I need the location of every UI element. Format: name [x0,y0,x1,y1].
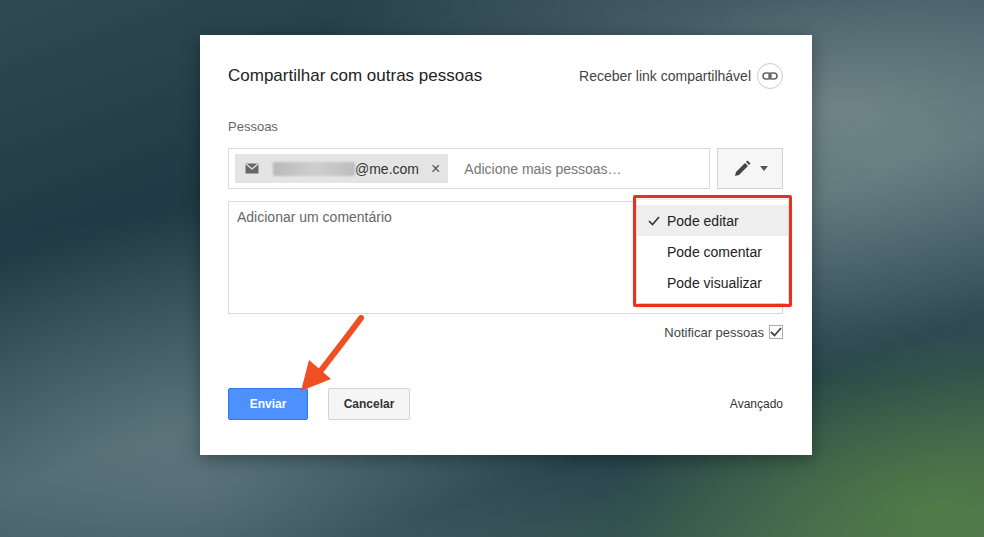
remove-recipient-button[interactable]: × [431,160,440,178]
people-label: Pessoas [228,119,783,134]
add-people-input[interactable] [462,160,703,178]
check-slot [647,214,661,228]
share-dialog: Compartilhar com outras pessoas Receber l… [200,35,812,455]
permission-label[interactable]: Pode editar [667,213,739,229]
permission-label[interactable]: Pode comentar [667,244,762,260]
notify-label[interactable]: Notificar pessoas [664,325,764,340]
check-slot [647,245,661,259]
notify-checkbox[interactable] [769,325,783,339]
advanced-link[interactable]: Avançado [730,397,783,411]
link-button[interactable] [757,63,783,89]
send-button[interactable]: Enviar [228,388,308,420]
annotation-highlight-box [633,195,792,307]
recipient-address: @me.com [355,161,419,177]
cancel-button[interactable]: Cancelar [328,388,410,420]
dialog-title: Compartilhar com outras pessoas [228,66,482,86]
pencil-icon [732,159,752,179]
permission-option[interactable]: Pode editar [637,205,788,236]
button-row: Enviar Cancelar Avançado [228,388,783,420]
title-row: Compartilhar com outras pessoas Receber l… [228,61,783,91]
envelope-icon [245,163,259,174]
permission-option[interactable]: Pode visualizar [637,267,788,298]
check-slot [647,276,661,290]
caret-icon [760,166,768,171]
people-row: @me.com × [228,148,783,189]
recipient-chip: @me.com × [235,154,448,183]
link-icon [762,71,778,81]
check-icon [648,216,660,226]
annotation-arrow-icon [295,315,375,400]
blurred-address [273,162,355,176]
shareable-link-button[interactable]: Receber link compartilhável [579,63,783,89]
permission-option[interactable]: Pode comentar [637,236,788,267]
check-icon [770,327,782,337]
permission-menu: Pode editar Pode comentar Pode visualizar [637,200,788,303]
notify-row[interactable]: Notificar pessoas [228,323,783,341]
shareable-link-label[interactable]: Receber link compartilhável [579,68,751,84]
people-field[interactable]: @me.com × [228,148,710,189]
permission-dropdown-button[interactable] [717,148,783,189]
permission-label[interactable]: Pode visualizar [667,275,762,291]
